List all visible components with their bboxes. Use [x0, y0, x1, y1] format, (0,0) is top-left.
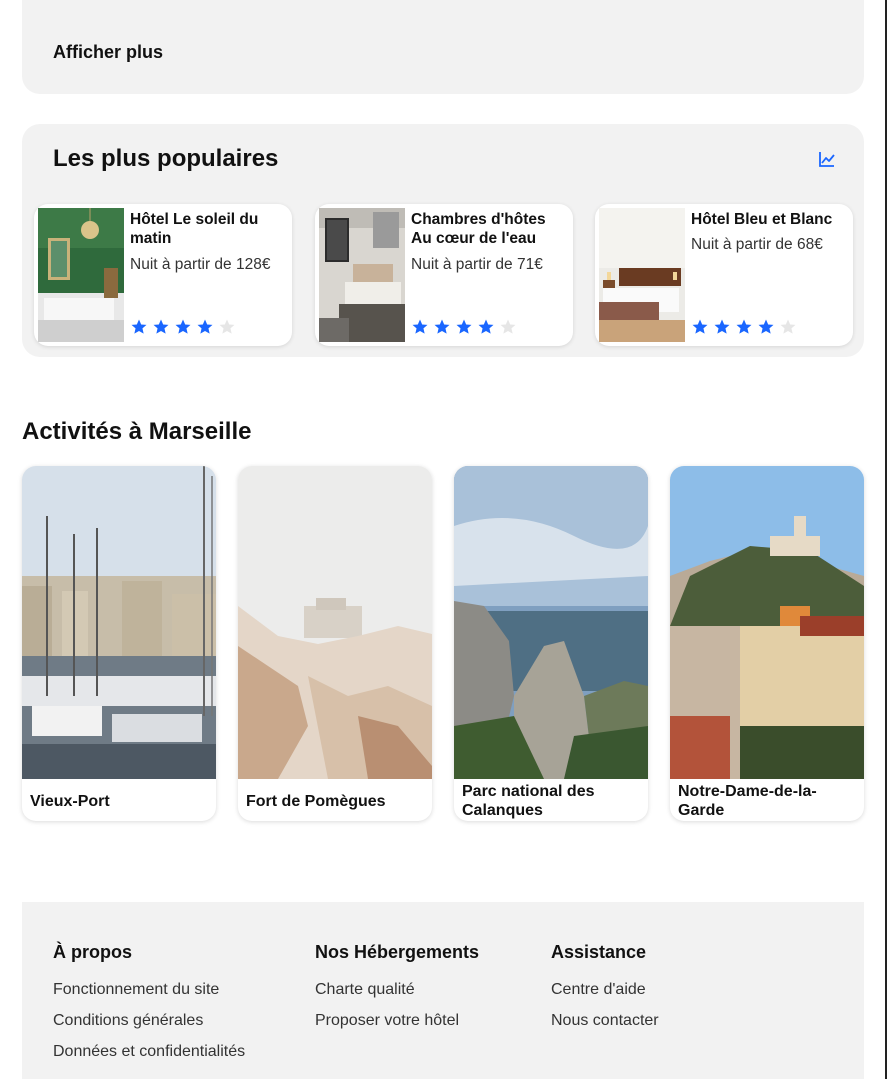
star-filled-icon	[434, 319, 450, 334]
footer-link[interactable]: Charte qualité	[315, 980, 479, 999]
activity-photo	[22, 466, 216, 779]
star-empty-icon	[500, 319, 516, 334]
star-filled-icon	[736, 319, 752, 334]
hotel-photo	[319, 208, 405, 342]
footer-link[interactable]: Proposer votre hôtel	[315, 1011, 479, 1030]
activity-card[interactable]: Fort de Pomègues	[238, 466, 432, 821]
star-filled-icon	[692, 319, 708, 334]
previous-section-panel: Afficher plus	[22, 0, 864, 94]
star-filled-icon	[197, 319, 213, 334]
star-filled-icon	[714, 319, 730, 334]
activity-photo	[454, 466, 648, 779]
footer-link[interactable]: Conditions générales	[53, 1011, 245, 1030]
footer-link[interactable]: Nous contacter	[551, 1011, 659, 1030]
footer-heading: Assistance	[551, 942, 647, 962]
hotel-card[interactable]: Hôtel Bleu et Blanc Nuit à partir de 68€	[595, 204, 853, 346]
footer-link[interactable]: Fonctionnement du site	[53, 980, 245, 999]
footer-column-assistance: Assistance Centre d'aide Nous contacter	[551, 942, 659, 1042]
trending-chart-icon[interactable]	[818, 150, 836, 168]
hotel-card[interactable]: Chambres d'hôtes Au cœur de l'eau Nuit à…	[315, 204, 573, 346]
activity-label: Vieux-Port	[30, 793, 110, 810]
activity-photo	[238, 466, 432, 779]
rating-stars	[129, 318, 237, 336]
footer-link[interactable]: Données et confidentialités	[53, 1042, 245, 1061]
hotel-name: Hôtel Bleu et Blanc	[691, 211, 833, 228]
activities-title: Activités à Marseille	[22, 418, 252, 445]
activity-card[interactable]: Vieux-Port	[22, 466, 216, 821]
footer-column-about: À propos Fonctionnement du site Conditio…	[53, 942, 245, 1073]
star-filled-icon	[758, 319, 774, 334]
hotel-name: Hôtel Le soleil du matin	[130, 211, 259, 247]
show-more-link[interactable]: Afficher plus	[53, 42, 163, 63]
star-empty-icon	[780, 319, 796, 334]
activity-label: Fort de Pomègues	[246, 793, 386, 810]
star-filled-icon	[456, 319, 472, 334]
hotel-price: Nuit à partir de 71€	[411, 256, 543, 273]
hotel-name: Chambres d'hôtes Au cœur de l'eau	[411, 211, 546, 247]
activity-label: Parc national des Calanques	[462, 783, 595, 819]
hotel-card[interactable]: Hôtel Le soleil du matin Nuit à partir d…	[34, 204, 292, 346]
footer-column-accommodations: Nos Hébergements Charte qualité Proposer…	[315, 942, 479, 1042]
footer-link[interactable]: Centre d'aide	[551, 980, 659, 999]
activity-card[interactable]: Notre-Dame-de-la-Garde	[670, 466, 864, 821]
star-filled-icon	[175, 319, 191, 334]
hotel-photo	[599, 208, 685, 342]
rating-stars	[690, 318, 798, 336]
footer-heading: À propos	[53, 942, 132, 962]
hotel-price: Nuit à partir de 128€	[130, 256, 271, 273]
star-filled-icon	[478, 319, 494, 334]
footer: À propos Fonctionnement du site Conditio…	[22, 902, 864, 1079]
footer-heading: Nos Hébergements	[315, 942, 480, 962]
star-empty-icon	[219, 319, 235, 334]
star-filled-icon	[131, 319, 147, 334]
popular-title: Les plus populaires	[53, 145, 279, 172]
star-filled-icon	[412, 319, 428, 334]
popular-section: Les plus populaires Hôtel Le soleil du m…	[22, 124, 864, 357]
star-filled-icon	[153, 319, 169, 334]
activity-card[interactable]: Parc national des Calanques	[454, 466, 648, 821]
rating-stars	[410, 318, 518, 336]
activity-label: Notre-Dame-de-la-Garde	[678, 783, 817, 819]
activity-photo	[670, 466, 864, 779]
hotel-price: Nuit à partir de 68€	[691, 236, 823, 253]
hotel-photo	[38, 208, 124, 342]
